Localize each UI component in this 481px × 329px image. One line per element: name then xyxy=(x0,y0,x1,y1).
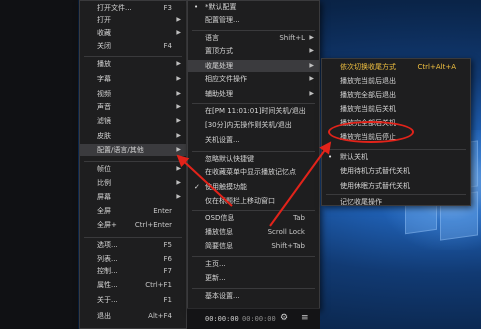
arrow-to-config-item xyxy=(176,154,233,207)
arrow-to-stop-item xyxy=(269,141,332,227)
annotation-arrows xyxy=(176,141,332,227)
